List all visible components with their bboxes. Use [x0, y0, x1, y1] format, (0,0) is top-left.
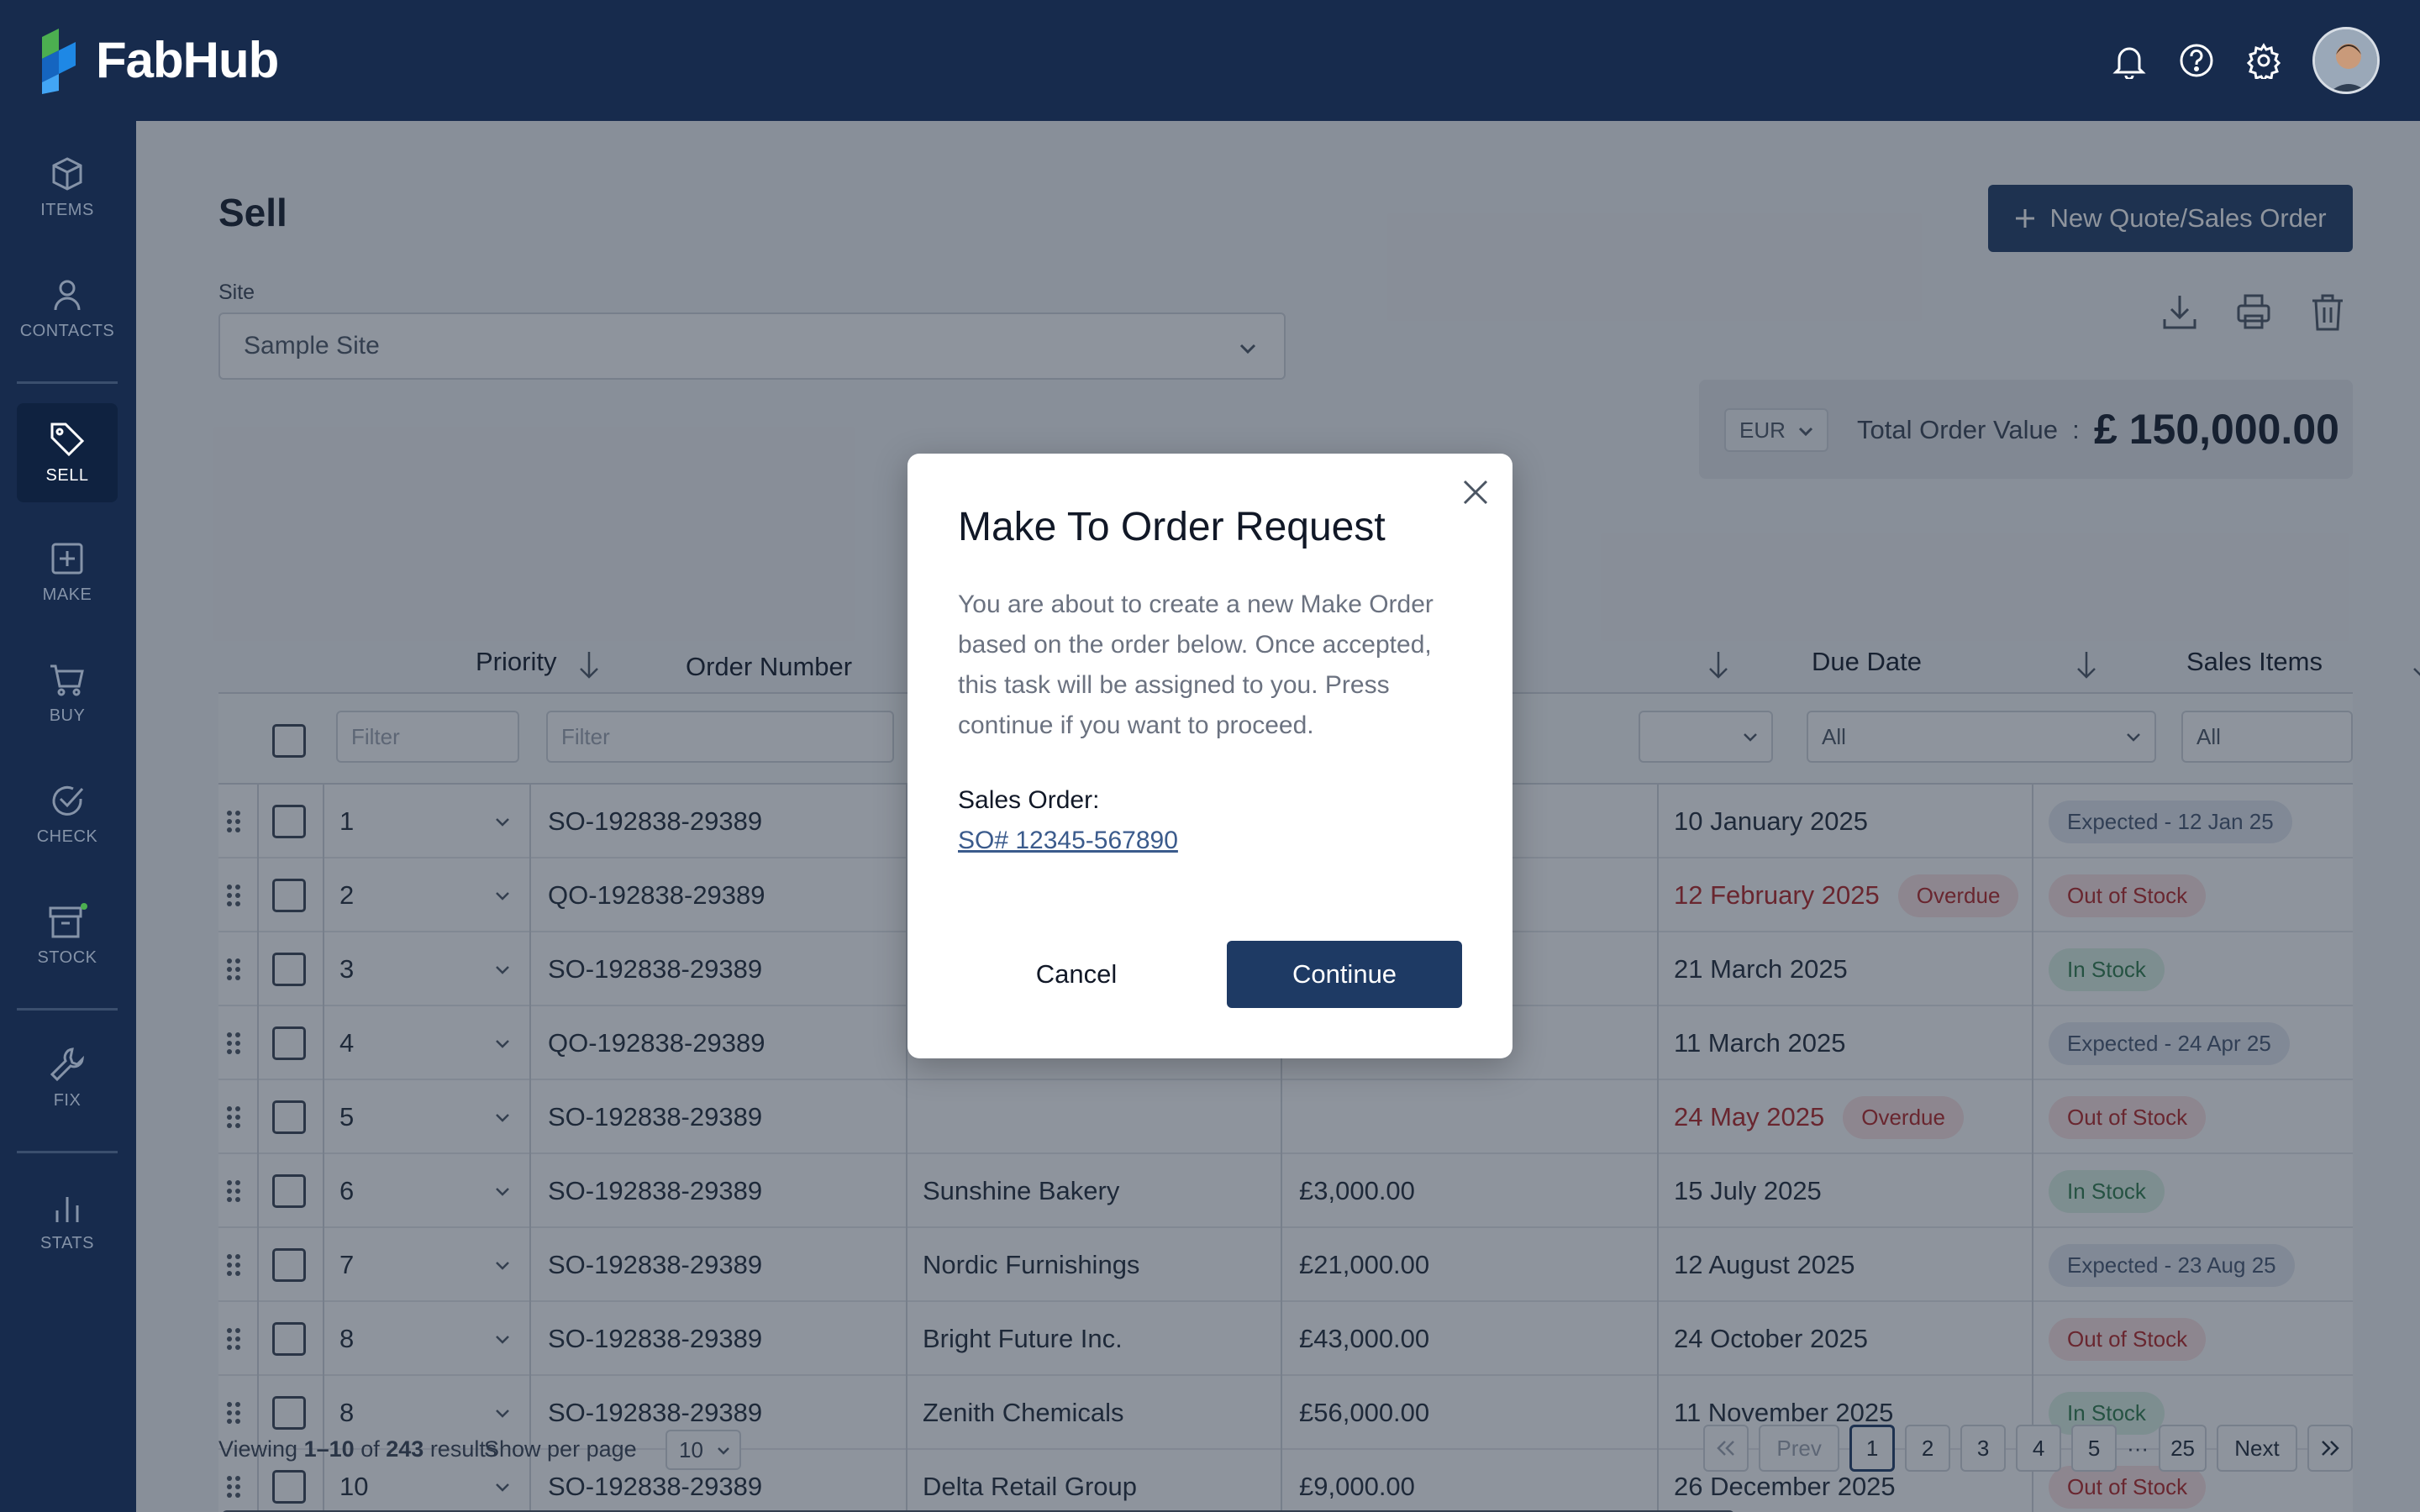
sidebar-item-label: FIX	[53, 1090, 82, 1110]
sidebar-divider	[17, 381, 118, 384]
logo[interactable]: FabHub	[37, 25, 279, 94]
sidebar-item-label: MAKE	[42, 585, 92, 604]
avatar[interactable]	[2312, 27, 2380, 94]
sidebar-divider	[17, 1008, 118, 1011]
sidebar: ITEMS CONTACTS SELL MAKE BUY CHECK STOCK…	[0, 121, 136, 1512]
archive-icon	[49, 902, 87, 937]
top-bar: FabHub	[0, 0, 2420, 121]
sidebar-item-label: CHECK	[36, 827, 98, 846]
continue-button[interactable]: Continue	[1227, 941, 1462, 1008]
settings-icon[interactable]	[2245, 42, 2282, 79]
sidebar-item-label: ITEMS	[40, 200, 94, 219]
tag-icon	[50, 423, 85, 456]
sidebar-item-check[interactable]: CHECK	[17, 764, 118, 864]
sidebar-item-stock[interactable]: STOCK	[17, 885, 118, 984]
dialog-title: Make To Order Request	[958, 505, 1386, 549]
sidebar-item-items[interactable]: ITEMS	[17, 138, 118, 237]
cart-icon	[50, 664, 84, 696]
sidebar-item-label: STOCK	[37, 948, 97, 967]
sidebar-item-label: CONTACTS	[19, 321, 115, 340]
help-icon[interactable]	[2178, 42, 2215, 79]
sidebar-item-stats[interactable]: STATS	[17, 1171, 118, 1270]
sidebar-item-fix[interactable]: FIX	[17, 1028, 118, 1127]
sidebar-item-sell[interactable]: SELL	[17, 403, 118, 502]
person-icon	[54, 280, 81, 310]
sidebar-item-label: SELL	[45, 465, 89, 485]
fabhub-logo-icon	[37, 25, 81, 94]
sidebar-item-buy[interactable]: BUY	[17, 643, 118, 743]
dialog-body: You are about to create a new Make Order…	[958, 591, 1434, 739]
wrench-icon	[50, 1047, 84, 1081]
sidebar-item-contacts[interactable]: CONTACTS	[17, 259, 118, 358]
sidebar-item-label: STATS	[40, 1233, 94, 1252]
sales-order-label: Sales Order:	[958, 786, 1100, 814]
bell-icon[interactable]	[2111, 42, 2148, 79]
sidebar-divider	[17, 1151, 118, 1153]
bar-chart-icon	[55, 1196, 79, 1222]
sales-order-link[interactable]: SO# 12345-567890	[958, 827, 1178, 855]
app-name: FabHub	[96, 31, 279, 88]
sidebar-item-label: BUY	[49, 706, 86, 725]
close-icon[interactable]	[1457, 474, 1494, 511]
make-to-order-dialog: Make To Order Request You are about to c…	[908, 454, 1512, 1058]
box-icon	[52, 156, 82, 191]
check-circle-icon	[52, 785, 84, 816]
plus-square-icon	[51, 543, 83, 574]
sidebar-item-make[interactable]: MAKE	[17, 522, 118, 622]
cancel-button[interactable]: Cancel	[958, 941, 1195, 1008]
